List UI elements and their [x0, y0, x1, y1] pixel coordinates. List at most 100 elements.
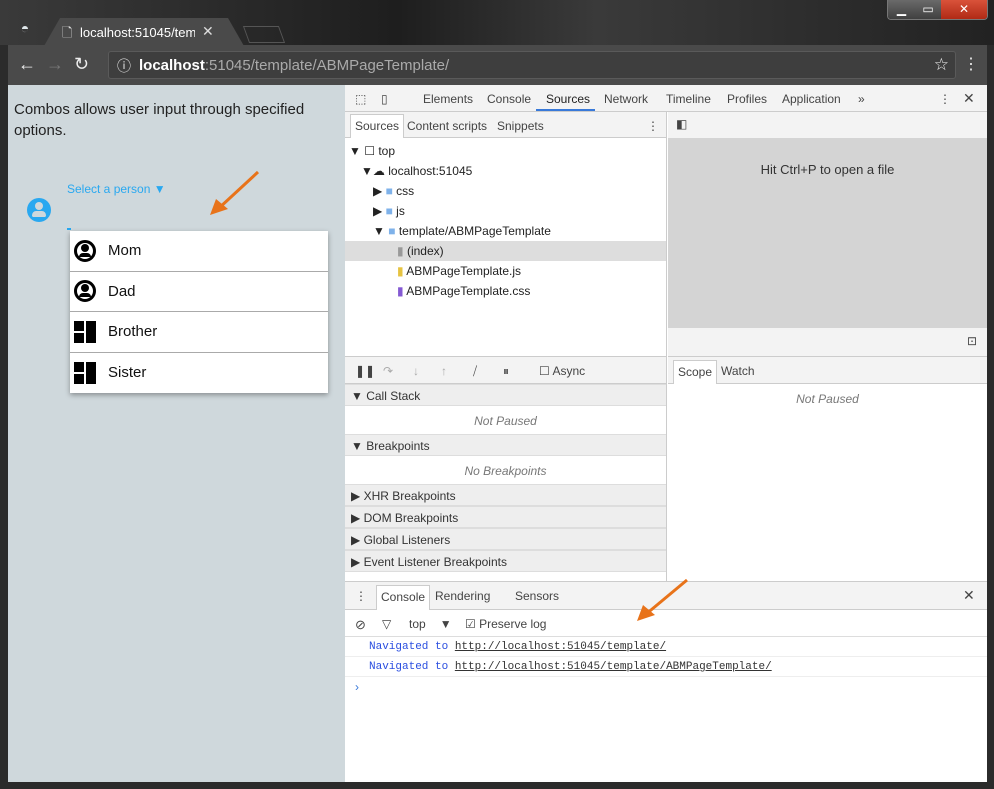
forward-icon[interactable]: →: [46, 54, 64, 75]
log-link[interactable]: http://localhost:51045/template/: [455, 641, 666, 653]
toggle-debugger-icon[interactable]: ⊡: [967, 334, 977, 348]
option-sister[interactable]: Sister: [70, 353, 328, 394]
step-out-icon[interactable]: ↑: [441, 364, 447, 378]
close-tab-icon[interactable]: ✕: [202, 23, 214, 40]
tab-elements[interactable]: Elements: [423, 92, 473, 106]
option-brother[interactable]: Brother: [70, 312, 328, 353]
tab-application[interactable]: Application: [782, 92, 841, 106]
log-text: Navigated to: [369, 661, 449, 673]
filter-icon[interactable]: ▽: [382, 617, 391, 631]
minimize-button[interactable]: ▁: [888, 0, 915, 19]
nav-tab-content-scripts[interactable]: Content scripts: [407, 119, 487, 133]
nav-tab-sources[interactable]: Sources: [350, 114, 405, 138]
drawer-tab-console[interactable]: Console: [376, 585, 431, 610]
person-icon: [74, 239, 96, 262]
close-devtools-icon[interactable]: ✕: [963, 90, 975, 107]
annotation-arrow: [210, 170, 260, 215]
pause-icon[interactable]: ❚❚: [355, 364, 375, 378]
tree-file-css[interactable]: ▮ ABMPageTemplate.css: [397, 284, 530, 298]
navigator-menu-icon[interactable]: ⋮: [647, 119, 659, 133]
option-mom[interactable]: Mom: [70, 231, 328, 272]
tree-file-js[interactable]: ▮ ABMPageTemplate.js: [397, 264, 521, 278]
tree-label: css: [396, 184, 415, 198]
back-icon[interactable]: ←: [18, 54, 36, 75]
section-label: DOM Breakpoints: [363, 511, 459, 525]
browser-tab[interactable]: 🗋 localhost:51045/template/ABMPageTempla…: [44, 18, 244, 46]
global-listeners-header[interactable]: ▶ Global Listeners: [345, 528, 666, 550]
info-icon[interactable]: ⓘ: [117, 56, 131, 76]
option-dad[interactable]: Dad: [70, 272, 328, 312]
tab-profiles[interactable]: Profiles: [727, 92, 767, 106]
drawer-tab-sensors[interactable]: Sensors: [515, 589, 559, 603]
window-controls: ▁ ▭ ✕: [887, 0, 988, 20]
tree-label: localhost:51045: [388, 164, 473, 178]
close-window-button[interactable]: ✕: [941, 0, 987, 19]
console-prompt[interactable]: ›: [345, 677, 987, 694]
drawer-tab-rendering[interactable]: Rendering: [435, 589, 490, 603]
tree-file-index[interactable]: ▮ (index): [345, 241, 666, 261]
section-label: XHR Breakpoints: [363, 489, 456, 503]
step-into-icon[interactable]: ↓: [413, 364, 419, 378]
breakpoints-header[interactable]: ▼ Breakpoints: [345, 434, 666, 456]
inspect-icon[interactable]: ⬚: [355, 92, 366, 106]
incognito-icon: ◓: [20, 20, 30, 36]
async-label: Async: [552, 364, 586, 378]
tree-label: (index): [406, 244, 444, 258]
option-label: Mom: [108, 242, 142, 260]
tab-scope[interactable]: Scope: [673, 360, 718, 384]
devtools-menu-icon[interactable]: ⋮: [939, 92, 951, 106]
tab-sources[interactable]: Sources: [546, 92, 590, 106]
reload-icon[interactable]: ↻: [74, 54, 89, 75]
combo-dropdown: Mom Dad Brother Sister: [70, 231, 328, 393]
step-over-icon[interactable]: ↷: [383, 364, 393, 378]
browser-menu-icon[interactable]: ⋮: [963, 54, 979, 74]
close-drawer-icon[interactable]: ✕: [963, 587, 975, 604]
web-page: Combos allows user input through specifi…: [8, 85, 345, 782]
tab-console[interactable]: Console: [487, 92, 531, 106]
more-tabs-icon[interactable]: »: [858, 92, 865, 106]
browser-toolbar: ← → ↻ ⓘ localhost:51045/template/ABMPage…: [8, 45, 987, 85]
dashboard-icon: [74, 361, 96, 384]
address-bar[interactable]: ⓘ localhost:51045/template/ABMPageTempla…: [108, 51, 956, 79]
css-file-icon: ▮: [397, 284, 404, 298]
bookmark-star-icon[interactable]: ☆: [934, 55, 949, 75]
drawer-menu-icon[interactable]: ⋮: [355, 589, 367, 603]
tab-watch[interactable]: Watch: [721, 364, 755, 378]
navigator-pane: Sources Content scripts Snippets ⋮ ▼ ☐ t…: [345, 112, 667, 356]
editor-placeholder: Hit Ctrl+P to open a file: [668, 138, 987, 328]
context-select[interactable]: top ▼: [409, 617, 452, 631]
tree-folder-js[interactable]: ▶ ■ js: [373, 204, 405, 218]
combo-underline: [67, 228, 71, 230]
nav-tab-snippets[interactable]: Snippets: [497, 119, 544, 133]
url-path: :51045/template/ABMPageTemplate/: [204, 57, 450, 74]
editor-pane: ◧ Hit Ctrl+P to open a file ⊡: [668, 112, 987, 356]
tree-label: top: [378, 144, 396, 158]
log-link[interactable]: http://localhost:51045/template/ABMPageT…: [455, 661, 772, 673]
maximize-button[interactable]: ▭: [915, 0, 941, 19]
pause-on-exceptions-icon[interactable]: ⏸: [503, 364, 509, 379]
call-stack-status: Not Paused: [474, 414, 537, 428]
clear-console-icon[interactable]: ⊘: [355, 617, 366, 633]
devtools-tabbar: ⬚ ▯ Elements Console Sources Network Tim…: [345, 85, 987, 112]
device-toolbar-icon[interactable]: ▯: [381, 92, 388, 106]
devtools-panel: ⬚ ▯ Elements Console Sources Network Tim…: [345, 85, 987, 782]
event-listener-breakpoints-header[interactable]: ▶ Event Listener Breakpoints: [345, 550, 666, 572]
tree-folder-template[interactable]: ▼ ■ template/ABMPageTemplate: [373, 224, 551, 238]
tab-network[interactable]: Network: [604, 92, 648, 106]
async-checkbox[interactable]: ☐ Async: [539, 364, 585, 378]
tree-folder-css[interactable]: ▶ ■ css: [373, 184, 414, 198]
preserve-log-checkbox[interactable]: ☑ Preserve log: [465, 617, 546, 631]
xhr-breakpoints-header[interactable]: ▶ XHR Breakpoints: [345, 484, 666, 506]
toggle-navigator-icon[interactable]: ◧: [676, 117, 687, 131]
combo-label[interactable]: Select a person ▼: [67, 182, 166, 196]
call-stack-header[interactable]: ▼ Call Stack: [345, 384, 666, 406]
person-icon: [27, 198, 51, 222]
new-tab-button[interactable]: [242, 26, 286, 43]
tree-top[interactable]: ▼ ☐ top: [349, 144, 395, 158]
tab-timeline[interactable]: Timeline: [666, 92, 711, 106]
log-text: Navigated to: [369, 641, 449, 653]
deactivate-breakpoints-icon[interactable]: ⧸: [473, 364, 477, 379]
breakpoints-status: No Breakpoints: [464, 464, 547, 478]
tree-host[interactable]: ▼☁ localhost:51045: [361, 164, 472, 178]
dom-breakpoints-header[interactable]: ▶ DOM Breakpoints: [345, 506, 666, 528]
